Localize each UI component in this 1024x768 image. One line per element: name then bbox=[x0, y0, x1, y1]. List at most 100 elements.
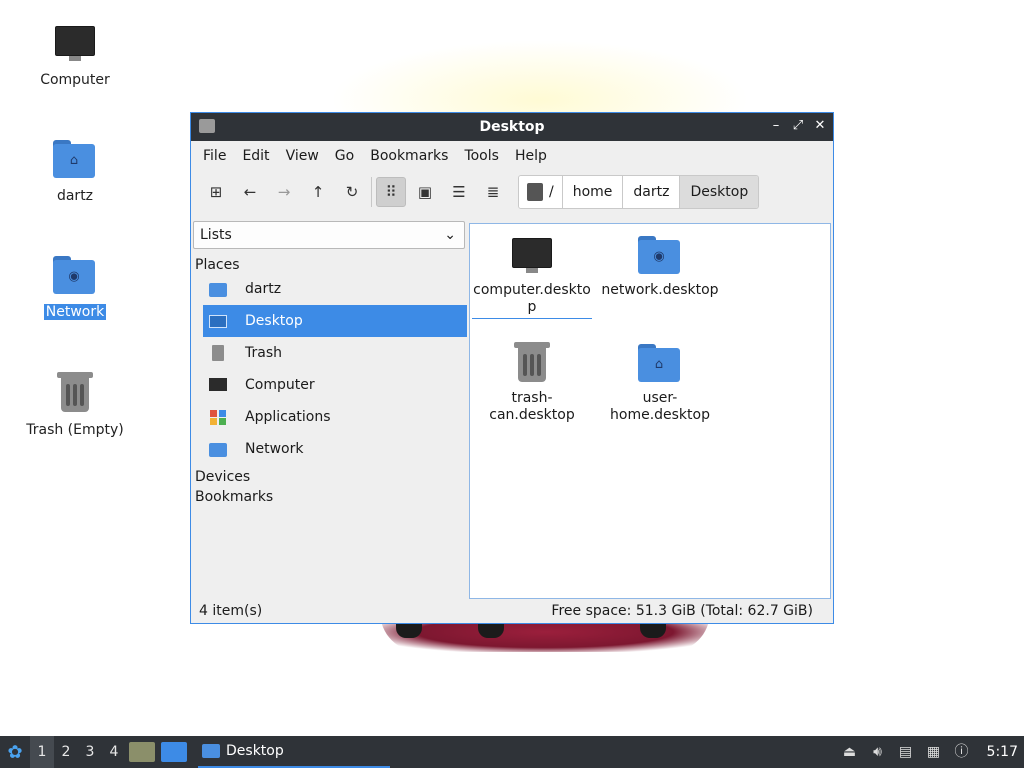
side-pane-mode-value: Lists bbox=[200, 227, 232, 243]
volume-icon[interactable]: 🔊︎ bbox=[869, 743, 887, 761]
network-folder-icon: ◉ bbox=[636, 232, 684, 280]
file-view[interactable]: computer.deskto p ◉ network.desktop tras… bbox=[469, 223, 831, 599]
menu-help[interactable]: Help bbox=[507, 148, 555, 164]
detailed-list-view-icon[interactable]: ≣ bbox=[478, 177, 508, 207]
desktop-icon-trash[interactable]: Trash (Empty) bbox=[20, 370, 130, 438]
toolbar-separator bbox=[371, 177, 372, 207]
path-root-button[interactable]: / bbox=[519, 176, 563, 208]
back-arrow-icon[interactable]: ← bbox=[235, 177, 265, 207]
workspace-3[interactable]: 3 bbox=[78, 744, 102, 760]
file-name-line: home.desktop bbox=[610, 407, 710, 423]
desktop-icon-dartz[interactable]: ⌂ dartz bbox=[20, 136, 130, 204]
sidebar-item-label: Applications bbox=[245, 409, 331, 425]
minimize-button[interactable]: – bbox=[769, 117, 783, 135]
workspace-2[interactable]: 2 bbox=[54, 744, 78, 760]
menu-go[interactable]: Go bbox=[327, 148, 362, 164]
file-item[interactable]: ◉ network.desktop bbox=[600, 232, 720, 299]
side-pane: Lists ⌄ Places dartz Desktop Trash Compu… bbox=[193, 221, 467, 601]
file-name: computer.deskto p bbox=[472, 282, 592, 319]
places-heading[interactable]: Places bbox=[193, 249, 467, 273]
desktop-icon-label: Network bbox=[43, 304, 107, 320]
forward-arrow-icon[interactable]: → bbox=[269, 177, 299, 207]
file-manager-launcher-icon[interactable] bbox=[129, 742, 155, 762]
sidebar-item-applications[interactable]: Applications bbox=[203, 401, 467, 433]
file-item[interactable]: trash- can.desktop bbox=[472, 340, 592, 424]
trash-icon bbox=[209, 345, 227, 361]
file-name: trash- can.desktop bbox=[472, 390, 592, 424]
sidebar-item-label: Desktop bbox=[245, 313, 303, 329]
notification-icon[interactable]: ⓘ bbox=[953, 743, 971, 761]
sidebar-item-trash[interactable]: Trash bbox=[203, 337, 467, 369]
menu-view[interactable]: View bbox=[278, 148, 327, 164]
up-arrow-icon[interactable]: ↑ bbox=[303, 177, 333, 207]
network-icon[interactable]: ▦ bbox=[925, 743, 943, 761]
trash-icon bbox=[508, 340, 556, 388]
item-count: 4 item(s) bbox=[199, 603, 263, 619]
compact-view-icon[interactable]: ☰ bbox=[444, 177, 474, 207]
path-segment-dartz[interactable]: dartz bbox=[623, 176, 681, 208]
sidebar-item-label: Network bbox=[245, 441, 304, 457]
folder-icon bbox=[199, 119, 215, 133]
eject-icon[interactable]: ⏏ bbox=[841, 743, 859, 761]
show-desktop-icon[interactable] bbox=[161, 742, 187, 762]
network-folder-icon: ◉ bbox=[51, 252, 99, 300]
sidebar-item-computer[interactable]: Computer bbox=[203, 369, 467, 401]
monitor-icon bbox=[209, 377, 227, 393]
icon-view-icon[interactable]: ⠿ bbox=[376, 177, 406, 207]
desktop-icon-computer[interactable]: Computer bbox=[20, 20, 130, 88]
menu-tools[interactable]: Tools bbox=[456, 148, 507, 164]
menu-bookmarks[interactable]: Bookmarks bbox=[362, 148, 456, 164]
file-name-line: computer.deskto bbox=[473, 282, 591, 298]
clipboard-icon[interactable]: ▤ bbox=[897, 743, 915, 761]
status-bar: 4 item(s) Free space: 51.3 GiB (Total: 6… bbox=[191, 599, 833, 623]
sidebar-item-label: Trash bbox=[245, 345, 282, 361]
bookmarks-heading[interactable]: Bookmarks bbox=[193, 485, 467, 505]
trash-icon bbox=[51, 370, 99, 418]
file-name-line: trash- bbox=[511, 390, 553, 406]
path-segment-home[interactable]: home bbox=[562, 176, 624, 208]
chevron-down-icon: ⌄ bbox=[444, 227, 456, 243]
new-tab-icon[interactable]: ⊞ bbox=[201, 177, 231, 207]
menu-file[interactable]: File bbox=[195, 148, 234, 164]
title-bar[interactable]: Desktop – ⤢ ✕ bbox=[191, 113, 833, 141]
thumbnail-view-icon[interactable]: ▣ bbox=[410, 177, 440, 207]
wallpaper-detail bbox=[640, 624, 666, 638]
desktop-icon-network[interactable]: ◉ Network bbox=[20, 252, 130, 320]
sidebar-item-network[interactable]: Network bbox=[203, 433, 467, 465]
path-root-label: / bbox=[549, 184, 554, 200]
system-tray: ⏏ 🔊︎ ▤ ▦ ⓘ 5:17 bbox=[841, 736, 1024, 768]
workspace-4[interactable]: 4 bbox=[102, 744, 126, 760]
start-menu-icon[interactable]: ✿ bbox=[0, 736, 30, 768]
file-name: network.desktop bbox=[600, 282, 720, 299]
close-button[interactable]: ✕ bbox=[813, 117, 827, 135]
workspace-1[interactable]: 1 bbox=[30, 736, 54, 768]
path-segment-current[interactable]: Desktop bbox=[680, 176, 759, 208]
devices-heading[interactable]: Devices bbox=[193, 465, 467, 485]
file-name-line: can.desktop bbox=[489, 407, 575, 423]
path-bar: / home dartz Desktop bbox=[518, 175, 760, 209]
network-folder-icon bbox=[209, 441, 227, 457]
reload-icon[interactable]: ↻ bbox=[337, 177, 367, 207]
task-desktop[interactable]: Desktop bbox=[198, 736, 390, 768]
home-folder-icon bbox=[209, 281, 227, 297]
home-folder-icon: ⌂ bbox=[636, 340, 684, 388]
taskbar: ✿ 1 2 3 4 Desktop ⏏ 🔊︎ ▤ ▦ ⓘ 5:17 bbox=[0, 736, 1024, 768]
maximize-button[interactable]: ⤢ bbox=[791, 117, 805, 135]
file-item[interactable]: computer.deskto p bbox=[472, 232, 592, 319]
sidebar-item-dartz[interactable]: dartz bbox=[203, 273, 467, 305]
toolbar: ⊞ ← → ↑ ↻ ⠿ ▣ ☰ ≣ / home dartz Desktop bbox=[191, 171, 833, 213]
file-name: user- home.desktop bbox=[600, 390, 720, 424]
desktop-icon-label: Trash (Empty) bbox=[26, 422, 124, 438]
desktop-icon bbox=[209, 313, 227, 329]
applications-icon bbox=[209, 409, 227, 425]
task-label: Desktop bbox=[226, 743, 284, 759]
file-item[interactable]: ⌂ user- home.desktop bbox=[600, 340, 720, 424]
desktop-icon-label: Computer bbox=[40, 72, 110, 88]
home-folder-icon: ⌂ bbox=[51, 136, 99, 184]
clock[interactable]: 5:17 bbox=[987, 744, 1018, 760]
file-name-line: p bbox=[527, 299, 537, 315]
sidebar-item-desktop[interactable]: Desktop bbox=[203, 305, 467, 337]
wallpaper-detail bbox=[396, 624, 422, 638]
side-pane-mode-select[interactable]: Lists ⌄ bbox=[193, 221, 465, 249]
menu-edit[interactable]: Edit bbox=[234, 148, 277, 164]
